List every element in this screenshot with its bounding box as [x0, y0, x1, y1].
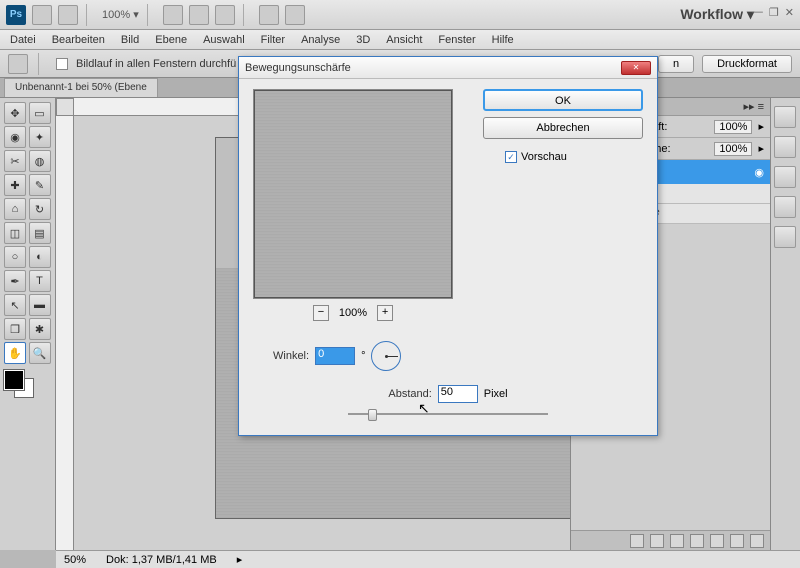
brush-tool[interactable]: ✎	[29, 174, 51, 196]
hand-tool[interactable]: ✋	[4, 342, 26, 364]
print-format-button[interactable]: Druckformat	[702, 55, 792, 73]
distance-slider[interactable]	[348, 407, 548, 421]
maximize-icon[interactable]: ❐	[769, 6, 779, 19]
distance-unit: Pixel	[484, 388, 508, 400]
status-bar: 50% Dok: 1,37 MB/1,41 MB ▸	[56, 550, 800, 568]
marquee-tool[interactable]: ▭	[29, 102, 51, 124]
rotate-icon[interactable]	[215, 5, 235, 25]
status-zoom[interactable]: 50%	[64, 554, 86, 566]
stamp-tool[interactable]: ⌂	[4, 198, 26, 220]
scroll-all-label: Bildlauf in allen Fenstern durchfü	[76, 58, 236, 70]
menu-3d[interactable]: 3D	[356, 34, 370, 46]
color-swatches[interactable]	[4, 370, 51, 402]
menu-analyse[interactable]: Analyse	[301, 34, 340, 46]
zoom-out-button[interactable]: −	[313, 305, 329, 321]
right-dock	[770, 98, 800, 550]
adjust-icon[interactable]	[690, 534, 704, 548]
dock-layers-icon[interactable]	[774, 106, 796, 128]
toolbox: ✥ ▭ ◉ ✦ ✂ ◍ ✚ ✎ ⌂ ↻ ◫ ▤ ○ ◐ ✒ T ↖ ▬ ❒ ✱ …	[0, 98, 56, 550]
gradient-tool[interactable]: ▤	[29, 222, 51, 244]
shape-tool[interactable]: ▬	[29, 294, 51, 316]
scroll-all-checkbox[interactable]	[56, 58, 68, 70]
menu-bearbeiten[interactable]: Bearbeiten	[52, 34, 105, 46]
tool-preset-icon[interactable]	[8, 54, 28, 74]
app-top-bar: Ps 100% ▾ Workflow ▾ — ❐ ✕	[0, 0, 800, 30]
mask-icon[interactable]	[670, 534, 684, 548]
screenmode-icon[interactable]	[285, 5, 305, 25]
opacity-value[interactable]: 100%	[714, 120, 752, 134]
ruler-origin	[56, 98, 74, 116]
new-layer-icon[interactable]	[730, 534, 744, 548]
arrange-icon[interactable]	[259, 5, 279, 25]
menu-hilfe[interactable]: Hilfe	[492, 34, 514, 46]
dialog-title-bar[interactable]: Bewegungsunschärfe ✕	[239, 57, 657, 79]
close-icon[interactable]: ✕	[785, 6, 794, 19]
angle-input[interactable]: 0	[315, 347, 355, 365]
ruler-vertical	[56, 116, 74, 550]
angle-label: Winkel:	[273, 350, 309, 362]
menu-bild[interactable]: Bild	[121, 34, 139, 46]
3d-tool[interactable]: ❒	[4, 318, 26, 340]
zoom-dropdown[interactable]: 100% ▾	[102, 8, 139, 21]
menu-filter[interactable]: Filter	[261, 34, 285, 46]
blur-tool[interactable]: ○	[4, 246, 26, 268]
bridge-icon[interactable]	[32, 5, 52, 25]
angle-dial[interactable]	[371, 341, 401, 371]
move-tool[interactable]: ✥	[4, 102, 26, 124]
workspace-switcher[interactable]: Workflow ▾	[680, 6, 754, 23]
folder-icon[interactable]	[710, 534, 724, 548]
menu-fenster[interactable]: Fenster	[438, 34, 475, 46]
zoom-icon[interactable]	[189, 5, 209, 25]
eyedropper-tool[interactable]: ◍	[29, 150, 51, 172]
history-icon[interactable]	[58, 5, 78, 25]
menu-auswahl[interactable]: Auswahl	[203, 34, 245, 46]
preview-checkbox[interactable]: ✓	[505, 151, 517, 163]
dodge-tool[interactable]: ◐	[29, 246, 51, 268]
dialog-title: Bewegungsunschärfe	[245, 62, 621, 74]
dialog-close-button[interactable]: ✕	[621, 61, 651, 75]
angle-unit: °	[361, 350, 365, 362]
menu-bar: Datei Bearbeiten Bild Ebene Auswahl Filt…	[0, 30, 800, 50]
dock-history-icon[interactable]	[774, 226, 796, 248]
eraser-tool[interactable]: ◫	[4, 222, 26, 244]
preview-zoom-value: 100%	[339, 307, 367, 319]
fx-icon[interactable]	[650, 534, 664, 548]
zoom-in-button[interactable]: +	[377, 305, 393, 321]
dock-channels-icon[interactable]	[774, 136, 796, 158]
hand-icon[interactable]	[163, 5, 183, 25]
3d-camera-tool[interactable]: ✱	[29, 318, 51, 340]
zoom-tool[interactable]: 🔍	[29, 342, 51, 364]
app-logo: Ps	[6, 5, 26, 25]
dock-paths-icon[interactable]	[774, 166, 796, 188]
status-doc-size: Dok: 1,37 MB/1,41 MB	[106, 554, 217, 566]
distance-input[interactable]: 50	[438, 385, 478, 403]
crop-tool[interactable]: ✂	[4, 150, 26, 172]
motion-blur-dialog: Bewegungsunschärfe ✕ − 100% + OK Abbrech…	[238, 56, 658, 436]
panel-footer	[571, 530, 770, 550]
distance-label: Abstand:	[388, 388, 431, 400]
wand-tool[interactable]: ✦	[29, 126, 51, 148]
path-tool[interactable]: ↖	[4, 294, 26, 316]
menu-datei[interactable]: Datei	[10, 34, 36, 46]
trash-icon[interactable]	[750, 534, 764, 548]
heal-tool[interactable]: ✚	[4, 174, 26, 196]
lasso-tool[interactable]: ◉	[4, 126, 26, 148]
link-icon[interactable]	[630, 534, 644, 548]
preview-area[interactable]	[253, 89, 453, 299]
history-brush-tool[interactable]: ↻	[29, 198, 51, 220]
minimize-icon[interactable]: —	[752, 6, 763, 19]
dock-adjust-icon[interactable]	[774, 196, 796, 218]
document-tab[interactable]: Unbenannt-1 bei 50% (Ebene	[4, 78, 158, 97]
menu-ebene[interactable]: Ebene	[155, 34, 187, 46]
pen-tool[interactable]: ✒	[4, 270, 26, 292]
cancel-button[interactable]: Abbrechen	[483, 117, 643, 139]
type-tool[interactable]: T	[29, 270, 51, 292]
menu-ansicht[interactable]: Ansicht	[386, 34, 422, 46]
actual-pixels-button[interactable]: n	[658, 55, 694, 73]
fill-value[interactable]: 100%	[714, 142, 752, 156]
preview-label: Vorschau	[521, 151, 567, 163]
ok-button[interactable]: OK	[483, 89, 643, 111]
